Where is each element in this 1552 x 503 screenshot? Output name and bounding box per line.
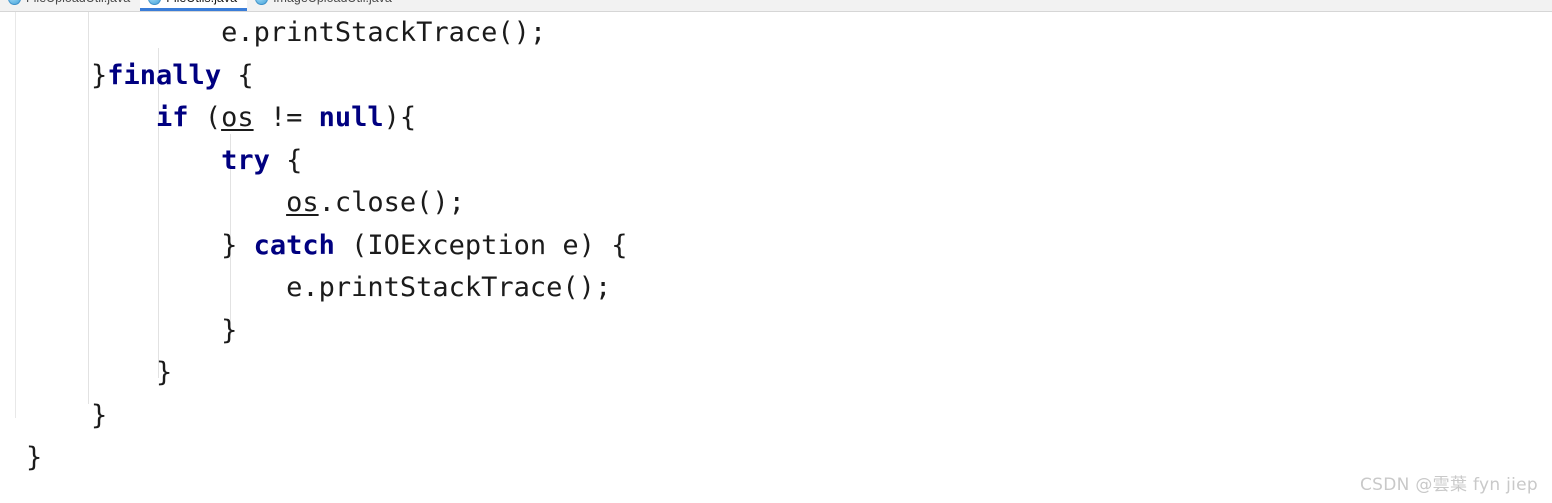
editor-tab-1[interactable]: FileUtils.java (140, 0, 248, 11)
code-token-keyword: try (221, 144, 270, 176)
code-line: os.close(); (0, 182, 1552, 225)
code-token-plain: e.printStackTrace(); (26, 17, 547, 48)
java-class-icon (255, 0, 269, 5)
code-line: } (0, 395, 1552, 438)
java-class-icon (148, 0, 162, 5)
code-line: } (0, 437, 1552, 480)
code-token-plain: e.printStackTrace(); (26, 272, 612, 303)
code-line: } catch (IOException e) { (0, 225, 1552, 268)
code-line: if (os != null){ (0, 97, 1552, 140)
code-token-plain: { (221, 59, 254, 91)
code-token-plain: ){ (383, 102, 417, 133)
code-line: }finally { (0, 55, 1552, 98)
code-line: } (0, 352, 1552, 395)
code-token-keyword: null (318, 102, 384, 133)
editor-tab-bar: FileUploadUtil.java FileUtils.java Image… (0, 0, 1552, 12)
editor-tab-2[interactable]: ImageUploadUtil.java (247, 0, 402, 11)
code-token-plain: } (26, 357, 173, 388)
code-token-plain: } (26, 314, 238, 346)
code-token-field: os (221, 102, 254, 133)
code-token-plain: } (26, 442, 43, 473)
code-editor-pane[interactable]: e.printStackTrace(); }finally { if (os !… (0, 12, 1552, 503)
code-line: e.printStackTrace(); (0, 12, 1552, 55)
code-token-plain: { (269, 144, 303, 176)
code-token-keyword: if (156, 102, 189, 133)
csdn-watermark: CSDN @雲葉 fyn jiep (1360, 475, 1538, 495)
code-token-plain: } (26, 399, 108, 431)
code-token-plain: ( (188, 102, 222, 133)
code-content[interactable]: e.printStackTrace(); }finally { if (os !… (0, 12, 1552, 480)
code-line: } (0, 310, 1552, 353)
code-token-plain: .close(); (318, 187, 465, 218)
code-token-plain: != (253, 102, 319, 133)
ide-editor-window: FileUploadUtil.java FileUtils.java Image… (0, 0, 1552, 503)
code-token-plain: } (26, 59, 108, 91)
code-token-field: os (286, 187, 319, 218)
editor-tab-0[interactable]: FileUploadUtil.java (0, 0, 140, 11)
code-token-keyword: finally (107, 59, 222, 91)
code-token-keyword: catch (253, 229, 335, 261)
code-line: e.printStackTrace(); (0, 267, 1552, 310)
code-token-plain: (IOException e) { (334, 229, 628, 261)
editor-tab-label: FileUtils.java (166, 0, 237, 4)
code-line: try { (0, 140, 1552, 183)
editor-tab-label: ImageUploadUtil.java (273, 0, 392, 4)
java-class-icon (8, 0, 21, 5)
editor-tab-label: FileUploadUtil.java (26, 0, 130, 4)
code-token-plain: } (26, 229, 254, 261)
